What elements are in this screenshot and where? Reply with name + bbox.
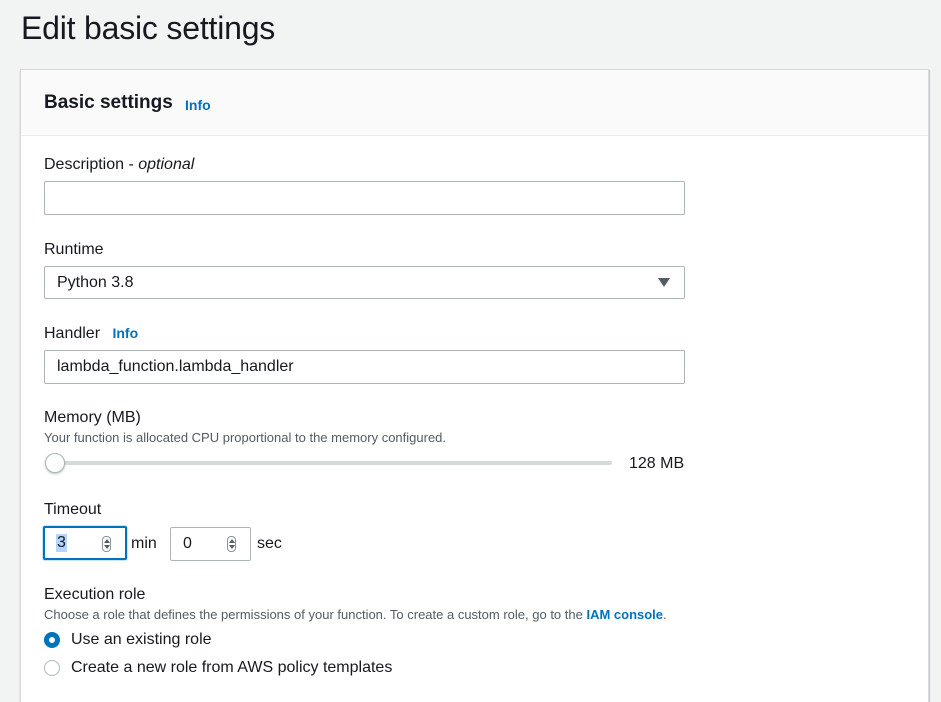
panel-info-link[interactable]: Info	[185, 97, 211, 113]
execution-role-hint: Choose a role that defines the permissio…	[44, 607, 667, 622]
radio-new-role-templates[interactable]	[44, 660, 60, 676]
memory-slider-track[interactable]	[46, 461, 612, 465]
timeout-label: Timeout	[44, 501, 102, 518]
panel-title: Basic settings	[44, 92, 173, 113]
memory-hint: Your function is allocated CPU proportio…	[44, 430, 447, 445]
description-input[interactable]	[44, 181, 685, 215]
radio-existing-role[interactable]	[44, 632, 60, 648]
timeout-sec-value: 0	[183, 535, 192, 552]
basic-settings-panel: Basic settings Info Description - option…	[20, 69, 929, 702]
runtime-label: Runtime	[44, 241, 104, 258]
description-label: Description - optional	[44, 156, 195, 173]
memory-label: Memory (MB)	[44, 409, 141, 426]
handler-label: Handler Info	[44, 325, 138, 343]
description-optional-text: optional	[138, 156, 195, 173]
page-title: Edit basic settings	[21, 10, 276, 46]
handler-input[interactable]	[44, 350, 685, 384]
memory-slider-thumb[interactable]	[45, 453, 65, 473]
handler-info-link[interactable]: Info	[112, 325, 138, 341]
spinner-icon[interactable]	[227, 536, 236, 552]
radio-new-role-templates-label[interactable]: Create a new role from AWS policy templa…	[71, 659, 392, 677]
memory-value: 128 MB	[629, 455, 685, 472]
execution-role-hint-suffix: .	[663, 607, 667, 622]
spinner-icon[interactable]	[102, 536, 111, 552]
execution-role-hint-text: Choose a role that defines the permissio…	[44, 607, 587, 622]
runtime-selected-value: Python 3.8	[57, 274, 134, 291]
timeout-min-unit: min	[131, 535, 157, 552]
execution-role-label: Execution role	[44, 586, 146, 603]
description-label-text: Description	[44, 156, 125, 173]
radio-existing-role-label[interactable]: Use an existing role	[71, 631, 212, 649]
panel-header: Basic settings Info	[21, 70, 928, 136]
timeout-sec-unit: sec	[257, 535, 282, 552]
timeout-sec-stepper[interactable]: 0	[170, 527, 251, 561]
iam-console-link[interactable]: IAM console	[586, 607, 663, 622]
timeout-min-stepper[interactable]: 3	[43, 526, 127, 560]
runtime-select[interactable]: Python 3.8	[44, 266, 685, 299]
timeout-min-value: 3	[56, 534, 67, 552]
caret-down-icon	[658, 278, 670, 287]
handler-label-text: Handler	[44, 325, 101, 342]
